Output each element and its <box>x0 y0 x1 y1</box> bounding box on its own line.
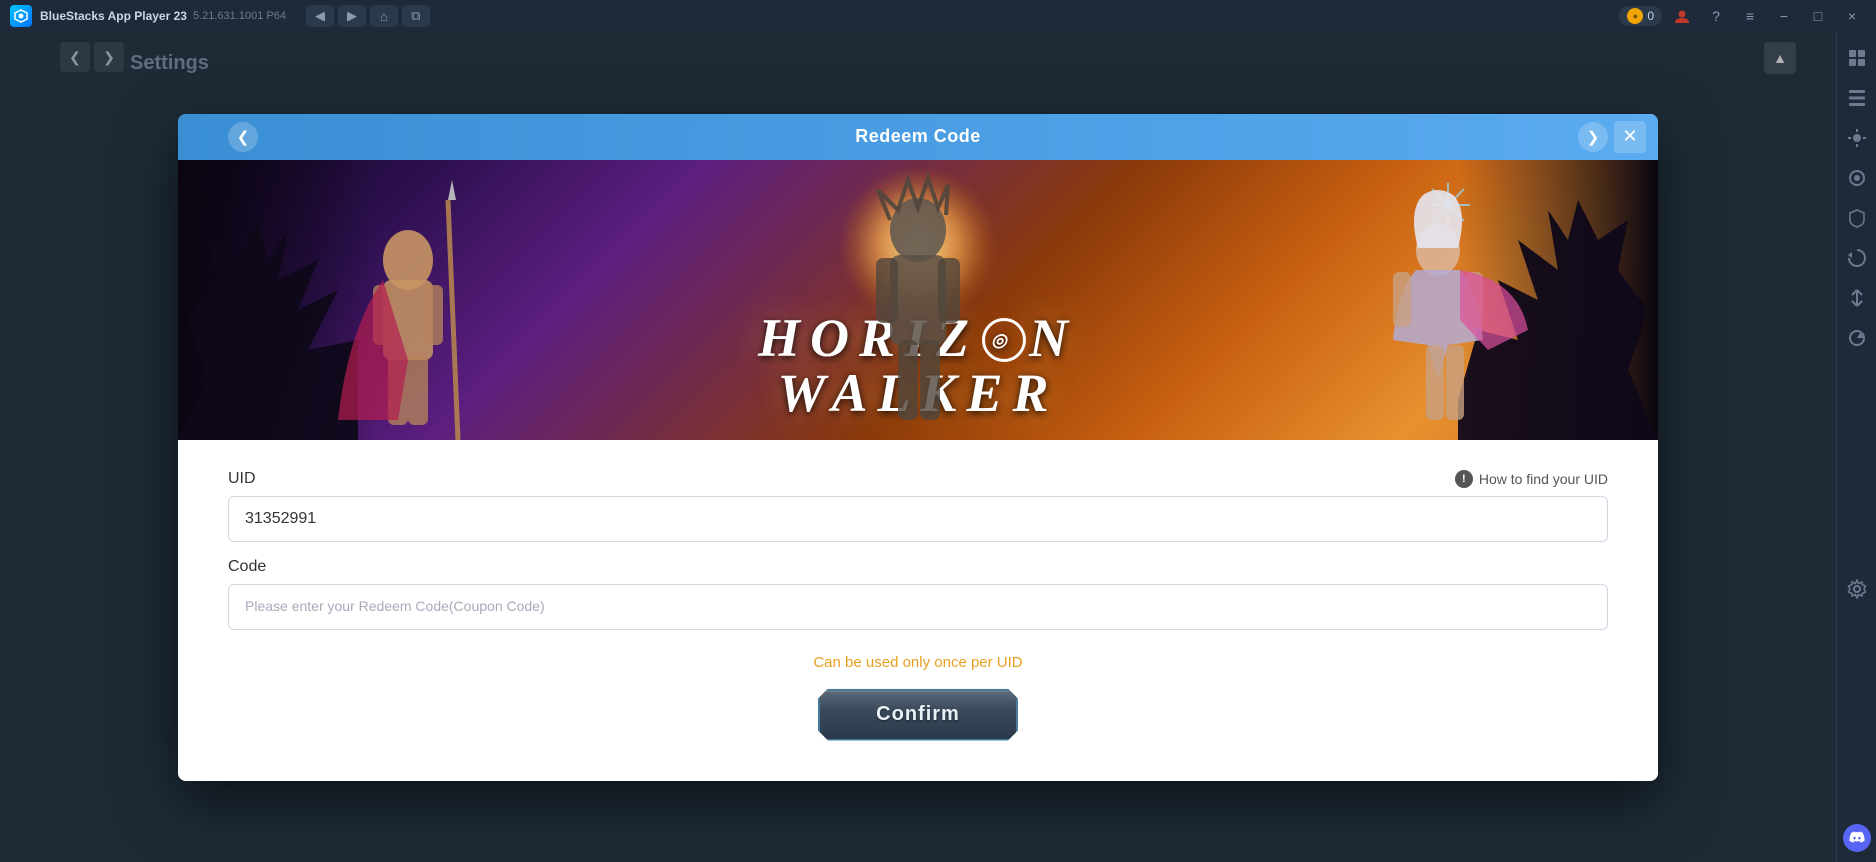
forward-button[interactable]: ▶ <box>338 5 366 27</box>
main-content: ❮ ❯ Settings ▲ ❮ Redeem Code ❯ ✕ <box>0 32 1876 862</box>
how-to-find-uid[interactable]: ! How to find your UID <box>1455 470 1608 488</box>
char-female-right <box>1338 180 1538 440</box>
discord-icon[interactable] <box>1843 824 1871 852</box>
confirm-btn-wrapper: Confirm <box>228 689 1608 741</box>
code-row-header: Code <box>228 558 1608 576</box>
titlebar-right: ● 0 ? ≡ − □ × <box>1619 5 1866 27</box>
game-banner: HORIZ◎N WALKER <box>178 160 1658 440</box>
app-logo <box>10 5 32 27</box>
app-area: ❮ ❯ Settings ▲ ❮ Redeem Code ❯ ✕ <box>0 32 1836 862</box>
modal-prev-button[interactable]: ❮ <box>228 122 258 152</box>
help-button[interactable]: ? <box>1702 5 1730 27</box>
modal-title: Redeem Code <box>855 126 981 147</box>
titlebar: BlueStacks App Player 23 5.21.631.1001 P… <box>0 0 1876 32</box>
sidebar-icon-5[interactable] <box>1841 202 1873 234</box>
home-button[interactable]: ⌂ <box>370 5 398 27</box>
minimize-button[interactable]: − <box>1770 5 1798 27</box>
redeem-modal: ❮ Redeem Code ❯ ✕ <box>178 114 1658 781</box>
sidebar-icon-3[interactable] <box>1841 122 1873 154</box>
uid-row-header: UID ! How to find your UID <box>228 470 1608 488</box>
char-center <box>768 170 1068 440</box>
sidebar-settings-icon[interactable] <box>1841 573 1873 605</box>
sidebar-icon-6[interactable] <box>1841 242 1873 274</box>
close-button[interactable]: × <box>1838 5 1866 27</box>
app-name: BlueStacks App Player 23 <box>40 9 187 23</box>
sidebar-icon-2[interactable] <box>1841 82 1873 114</box>
titlebar-nav: ◀ ▶ ⌂ ⧉ <box>306 5 430 27</box>
uid-input[interactable] <box>228 496 1608 542</box>
maximize-button[interactable]: □ <box>1804 5 1832 27</box>
modal-titlebar: ❮ Redeem Code ❯ ✕ <box>178 114 1658 160</box>
how-to-find-label: How to find your UID <box>1479 471 1608 487</box>
sidebar-icon-7[interactable] <box>1841 282 1873 314</box>
confirm-button[interactable]: Confirm <box>818 689 1018 741</box>
modal-overlay: ❮ Redeem Code ❯ ✕ <box>0 32 1836 862</box>
back-button[interactable]: ◀ <box>306 5 334 27</box>
coin-icon: ● <box>1627 8 1643 24</box>
sidebar-icon-4[interactable] <box>1841 162 1873 194</box>
copy-button[interactable]: ⧉ <box>402 5 430 27</box>
uid-label: UID <box>228 470 256 488</box>
coin-count: 0 <box>1647 9 1654 23</box>
modal-form: UID ! How to find your UID Code Can be u… <box>178 440 1658 781</box>
avatar-icon[interactable] <box>1668 5 1696 27</box>
code-input[interactable] <box>228 584 1608 630</box>
sidebar-icon-1[interactable] <box>1841 42 1873 74</box>
char-warrior-left <box>298 180 518 440</box>
modal-close-button[interactable]: ✕ <box>1614 121 1646 153</box>
code-label: Code <box>228 558 266 576</box>
uid-note: Can be used only once per UID <box>228 654 1608 671</box>
sidebar-icon-8[interactable] <box>1841 322 1873 354</box>
right-sidebar <box>1836 32 1876 862</box>
menu-button[interactable]: ≡ <box>1736 5 1764 27</box>
info-icon: ! <box>1455 470 1473 488</box>
app-version: 5.21.631.1001 P64 <box>193 10 286 22</box>
modal-next-button[interactable]: ❯ <box>1578 122 1608 152</box>
coin-badge: ● 0 <box>1619 6 1662 26</box>
